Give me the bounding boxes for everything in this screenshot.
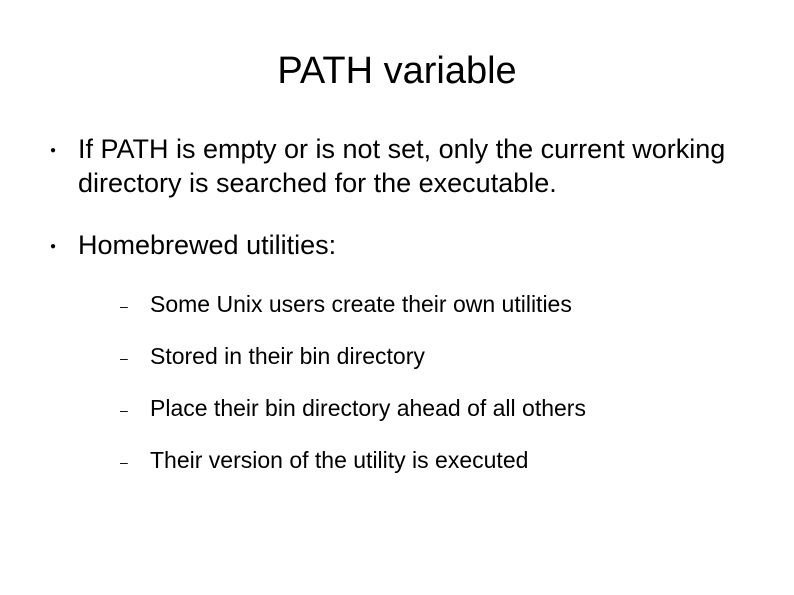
- sub-bullet-text: Place their bin directory ahead of all o…: [150, 394, 586, 424]
- dash-icon: –: [120, 454, 132, 470]
- bullet-text: If PATH is empty or is not set, only the…: [78, 133, 764, 201]
- list-item: – Some Unix users create their own utili…: [120, 290, 764, 320]
- bullet-icon: ●: [50, 241, 58, 252]
- main-bullet-list: ● If PATH is empty or is not set, only t…: [30, 133, 764, 476]
- list-item: – Their version of the utility is execut…: [120, 446, 764, 476]
- bullet-text: Homebrewed utilities:: [78, 229, 336, 263]
- list-item: – Place their bin directory ahead of all…: [120, 394, 764, 424]
- list-item: ● If PATH is empty or is not set, only t…: [50, 133, 764, 201]
- dash-icon: –: [120, 402, 132, 418]
- bullet-icon: ●: [50, 145, 58, 156]
- dash-icon: –: [120, 298, 132, 314]
- sub-bullet-list: – Some Unix users create their own utili…: [50, 290, 764, 476]
- sub-bullet-text: Their version of the utility is executed: [150, 446, 528, 476]
- sub-bullet-text: Some Unix users create their own utiliti…: [150, 290, 572, 320]
- list-item: – Stored in their bin directory: [120, 342, 764, 372]
- list-item: ● Homebrewed utilities: – Some Unix user…: [50, 229, 764, 476]
- sub-bullet-text: Stored in their bin directory: [150, 342, 425, 372]
- slide-title: PATH variable: [30, 50, 764, 93]
- dash-icon: –: [120, 350, 132, 366]
